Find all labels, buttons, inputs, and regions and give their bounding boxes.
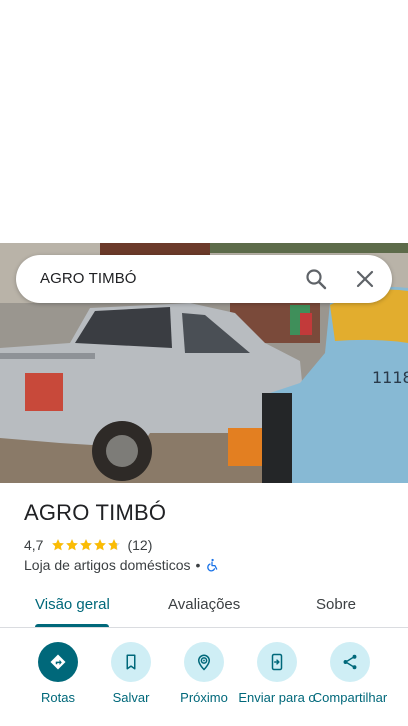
review-count[interactable]: (12) — [127, 537, 152, 553]
directions-icon[interactable] — [38, 642, 78, 682]
send-to-phone-button[interactable]: Enviar para o — [237, 640, 317, 726]
directions-button[interactable]: Rotas — [18, 640, 98, 726]
tab-overview[interactable]: Visão geral — [35, 596, 110, 613]
map-blank-area — [0, 0, 408, 243]
share-button[interactable]: Compartilhar — [310, 640, 390, 726]
share-label: Compartilhar — [312, 690, 388, 705]
bookmark-icon[interactable] — [111, 642, 151, 682]
wheelchair-accessible-icon — [207, 558, 218, 572]
tab-reviews[interactable]: Avaliações — [168, 596, 240, 613]
star-icon — [94, 539, 107, 551]
search-bar[interactable]: AGRO TIMBÓ — [16, 255, 392, 303]
rating-stars — [51, 538, 121, 552]
nearby-button[interactable]: Próximo — [164, 640, 244, 726]
rating-value: 4,7 — [24, 537, 44, 553]
nearby-icon[interactable] — [184, 642, 224, 682]
search-icon[interactable] — [304, 267, 328, 291]
directions-label: Rotas — [41, 690, 75, 705]
place-category: Loja de artigos domésticos — [24, 557, 191, 573]
search-input[interactable]: AGRO TIMBÓ — [40, 270, 137, 287]
separator-dot: • — [195, 557, 201, 573]
save-label: Salvar — [112, 690, 150, 705]
svg-text:1118: 1118 — [372, 368, 408, 387]
share-icon[interactable] — [330, 642, 370, 682]
star-icon — [80, 539, 93, 551]
close-icon[interactable] — [353, 267, 377, 291]
category-row: Loja de artigos domésticos • — [24, 556, 219, 574]
tab-bar: Visão geral Avaliações Sobre — [0, 584, 408, 628]
save-button[interactable]: Salvar — [91, 640, 171, 726]
send-to-phone-icon[interactable] — [257, 642, 297, 682]
star-icon — [66, 539, 79, 551]
tab-about[interactable]: Sobre — [316, 596, 356, 613]
rating-row[interactable]: 4,7 (12) — [24, 536, 152, 554]
send-to-phone-label: Enviar para o — [238, 690, 316, 705]
active-tab-indicator — [35, 624, 109, 627]
nearby-label: Próximo — [180, 690, 228, 705]
star-icon — [108, 539, 121, 551]
place-title: AGRO TIMBÓ — [24, 500, 167, 525]
star-icon — [52, 539, 65, 551]
